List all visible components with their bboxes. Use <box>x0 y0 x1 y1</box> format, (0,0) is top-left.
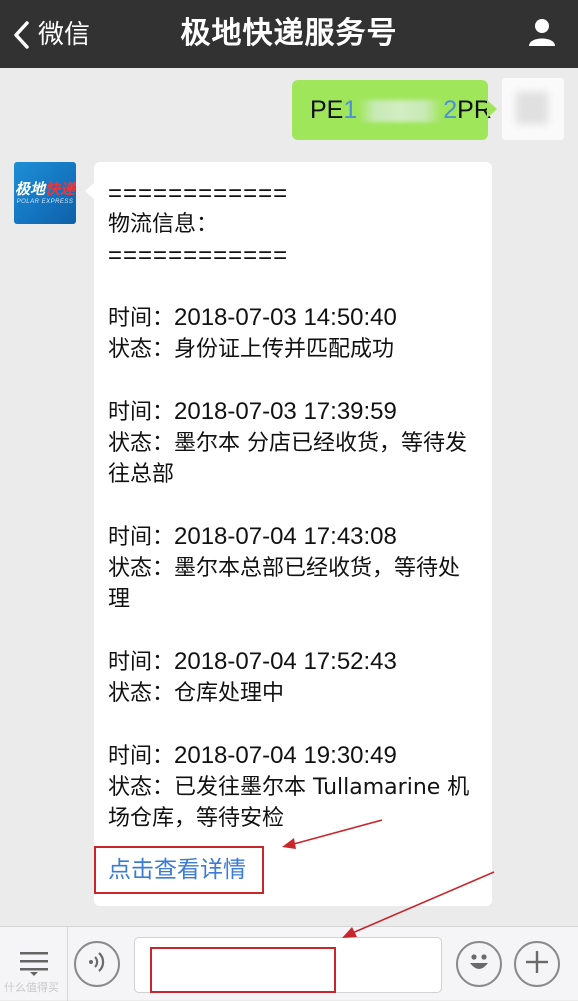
tracking-entry: 时间：2018-07-03 17:39:59 状态：墨尔本 分店已经收货，等待发往… <box>108 396 478 490</box>
redacted-region <box>358 100 443 123</box>
sent-message-bubble[interactable]: PE1 2PR <box>292 80 497 140</box>
entry-time: 时间：2018-07-03 17:39:59 <box>108 398 397 425</box>
entry-status: 状态：身份证上传并匹配成功 <box>108 337 395 362</box>
menu-list-icon <box>17 948 51 980</box>
tracking-entry: 时间：2018-07-04 19:30:49 状态：已发往墨尔本 Tullamar… <box>108 740 478 834</box>
plus-icon <box>523 948 551 980</box>
entry-time: 时间：2018-07-04 19:30:49 <box>108 742 397 769</box>
entry-status: 状态：墨尔本 分店已经收货，等待发往总部 <box>108 431 468 487</box>
logo-text: 极地快递 <box>14 180 76 198</box>
entry-time: 时间：2018-07-04 17:43:08 <box>108 523 397 550</box>
nav-header: 微信 极地快递服务号 <box>0 0 578 68</box>
polar-express-logo-avatar[interactable]: 极地快递 POLAR EXPRESS <box>14 162 76 224</box>
entry-status: 状态：墨尔本总部已经收货，等待处理 <box>108 556 461 612</box>
page-title: 极地快递服务号 <box>180 16 398 51</box>
entry-status: 状态：已发往墨尔本 Tullamarine 机场仓库，等待安检 <box>108 775 470 831</box>
entry-status: 状态：仓库处理中 <box>108 681 285 706</box>
entry-time: 时间：2018-07-04 17:52:43 <box>108 648 397 675</box>
logo-subtext: POLAR EXPRESS <box>16 199 74 205</box>
emoji-button[interactable] <box>456 941 502 987</box>
tracking-entries: 时间：2018-07-03 14:50:40 状态：身份证上传并匹配成功 时间：20… <box>108 302 478 834</box>
plus-button[interactable] <box>514 941 560 987</box>
user-avatar[interactable] <box>502 78 564 140</box>
tracking-entry: 时间：2018-07-04 17:52:43 状态：仓库处理中 <box>108 646 478 709</box>
message-heading: 物流信息： <box>108 212 219 237</box>
separator-line: ============ <box>108 242 289 269</box>
chat-area[interactable]: PE1 2PR 极地快递 POLAR EXPRESS ============ 物… <box>0 68 578 926</box>
received-message-bubble[interactable]: ============ 物流信息： ============ 时间：2018-… <box>85 162 492 906</box>
entry-time: 时间：2018-07-03 14:50:40 <box>108 304 397 331</box>
annotation-box <box>150 947 336 993</box>
input-bar <box>0 926 578 1001</box>
profile-button[interactable] <box>522 16 562 52</box>
tracking-entry: 时间：2018-07-04 17:43:08 状态：墨尔本总部已经收货，等待处理 <box>108 521 478 615</box>
tracking-entry: 时间：2018-07-03 14:50:40 状态：身份证上传并匹配成功 <box>108 302 478 365</box>
watermark: 什么值得买 <box>4 981 59 994</box>
tracking-number-prefix: PE1 <box>310 96 358 124</box>
tracking-number-suffix: 2 <box>443 96 458 124</box>
view-details-link[interactable]: 点击查看详情 <box>94 846 264 894</box>
voice-button[interactable] <box>74 941 120 987</box>
voice-icon <box>84 949 110 979</box>
separator-line: ============ <box>108 180 289 207</box>
person-icon <box>527 17 557 51</box>
emoji-icon <box>462 945 496 983</box>
